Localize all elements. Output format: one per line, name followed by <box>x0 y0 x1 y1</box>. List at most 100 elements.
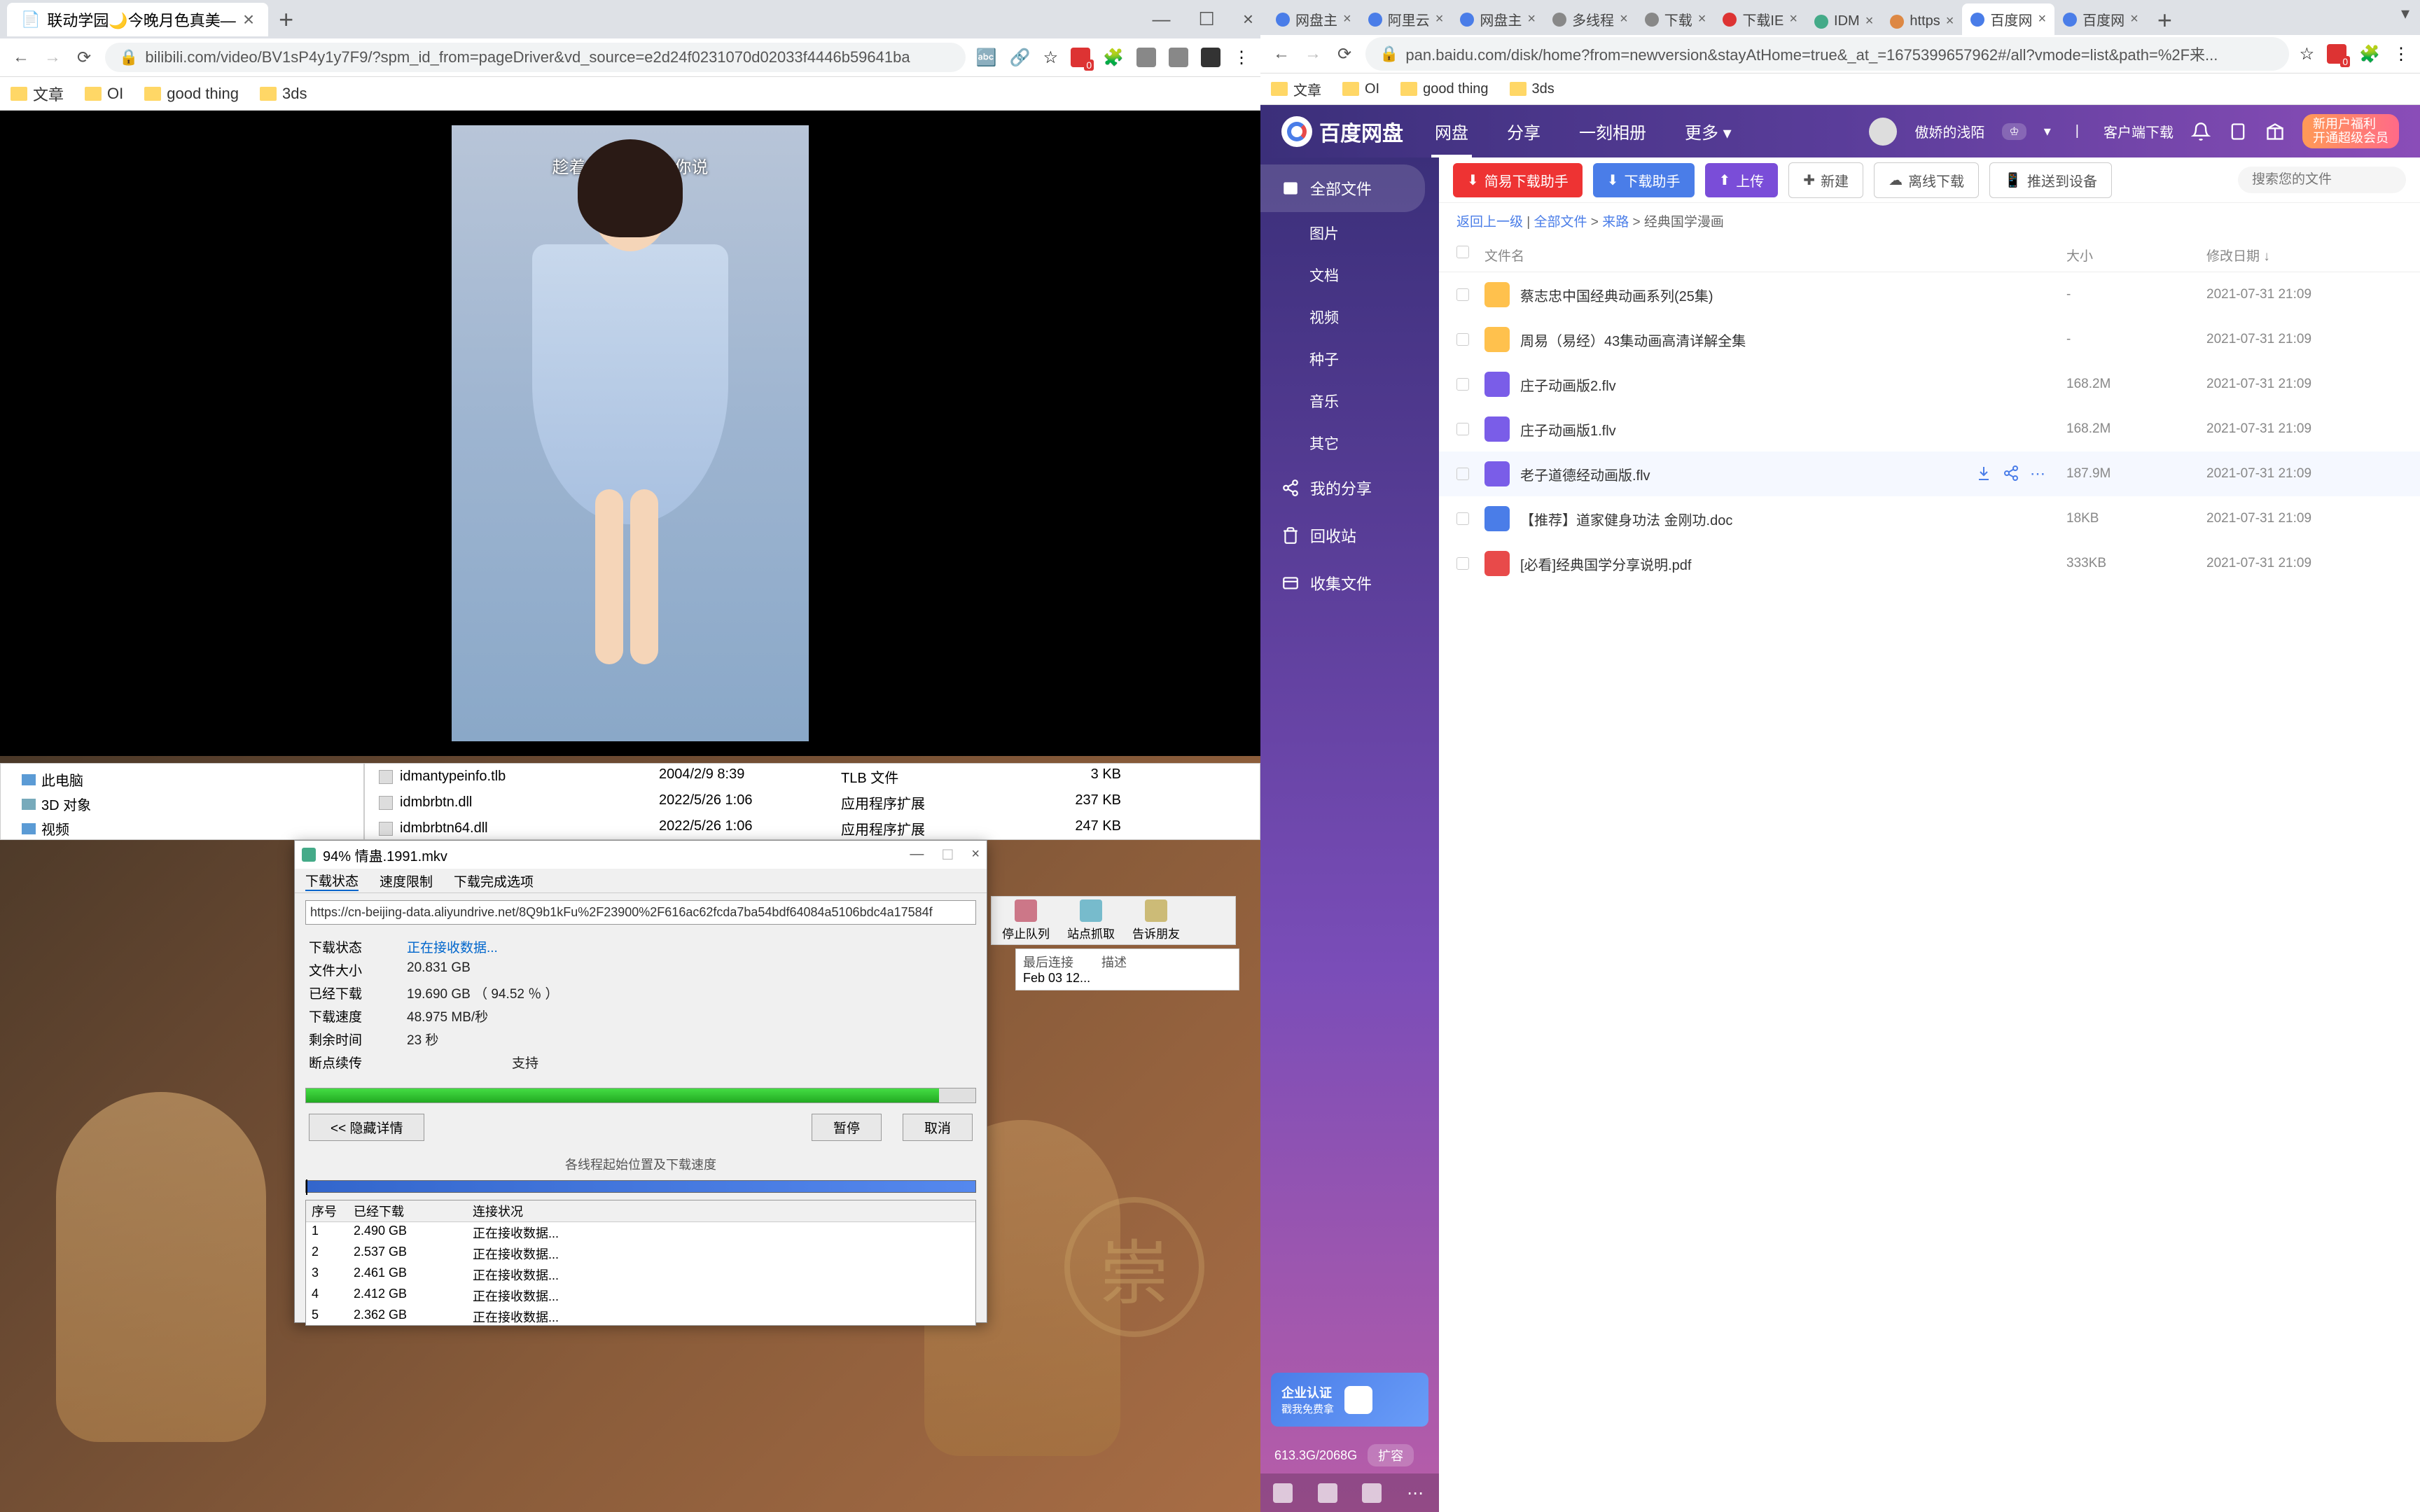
sidebar-sub-item[interactable]: 文档 <box>1260 254 1439 296</box>
menu-icon[interactable]: ⋮ <box>2393 44 2409 64</box>
toolbar-stop-queue[interactable]: 停止队列 <box>1002 899 1050 941</box>
file-row[interactable]: idmbrbtn.dll 2022/5/26 1:06 应用程序扩展 237 K… <box>365 790 1260 816</box>
file-row[interactable]: [必看]经典国学分享说明.pdf 333KB 2021-07-31 21:09 <box>1439 541 2420 586</box>
close-icon[interactable]: × <box>2038 11 2046 27</box>
download-icon[interactable] <box>1975 465 1992 482</box>
col-date[interactable]: 修改日期 ↓ <box>2206 246 2402 265</box>
more-icon[interactable]: ⋯ <box>2030 465 2045 483</box>
back-icon[interactable]: ← <box>1271 43 1292 64</box>
hide-details-button[interactable]: << 隐藏详情 <box>309 1114 424 1141</box>
close-icon[interactable]: × <box>1789 11 1797 27</box>
file-row[interactable]: 【推荐】道家健身功法 金刚功.doc 18KB 2021-07-31 21:09 <box>1439 496 2420 541</box>
breadcrumb-part[interactable]: 来路 <box>1602 215 1629 230</box>
close-icon[interactable]: × <box>1527 11 1536 27</box>
file-row[interactable]: idmantypeinfo.tlb 2004/2/9 8:39 TLB 文件 3… <box>365 764 1260 790</box>
row-checkbox[interactable] <box>1456 378 1469 391</box>
extension-icon[interactable] <box>1169 48 1188 67</box>
browser-tab[interactable]: 📄 联动学园🌙今晚月色真美— × <box>7 3 268 36</box>
sidebar-sub-item[interactable]: 其它 <box>1260 422 1439 464</box>
dock-transfer-icon[interactable] <box>1273 1483 1293 1503</box>
browser-tab[interactable]: 阿里云 × <box>1360 4 1452 35</box>
close-icon[interactable]: × <box>2130 11 2139 27</box>
toolbar-grabber[interactable]: 站点抓取 <box>1067 899 1115 941</box>
close-icon[interactable]: × <box>1865 13 1874 29</box>
nav-item[interactable]: 一刻相册 <box>1576 105 1650 158</box>
breadcrumb-back[interactable]: 返回上一级 <box>1456 215 1523 230</box>
gift-icon[interactable] <box>2265 122 2285 141</box>
sidebar-sub-item[interactable]: 视频 <box>1260 296 1439 338</box>
sidebar-sub-item[interactable]: 图片 <box>1260 212 1439 254</box>
thread-row[interactable]: 2 2.537 GB 正在接收数据... <box>306 1243 975 1264</box>
row-checkbox[interactable] <box>1456 333 1469 346</box>
video-player[interactable]: 趁着月色 我想对你说 <box>0 111 1260 756</box>
tab-overflow-icon[interactable]: ▾ <box>2401 4 2409 24</box>
clipboard-icon[interactable] <box>2228 122 2248 141</box>
bookmark-item[interactable]: 3ds <box>260 85 307 103</box>
upload-button[interactable]: ⬆上传 <box>1705 163 1779 197</box>
url-input[interactable]: 🔒 bilibili.com/video/BV1sP4y1y7F9/?spm_i… <box>105 43 966 72</box>
extension-icon[interactable] <box>1136 48 1156 67</box>
file-row[interactable]: idmbrbtn64.dll 2022/5/26 1:06 应用程序扩展 247… <box>365 816 1260 841</box>
star-icon[interactable]: ☆ <box>1043 48 1059 68</box>
search-input[interactable] <box>2238 167 2406 193</box>
promo-button[interactable]: 新用户福利 开通超级会员 <box>2302 114 2399 149</box>
browser-tab[interactable]: 网盘主 × <box>1452 4 1544 35</box>
new-tab-button[interactable]: + <box>2157 6 2172 35</box>
bookmark-item[interactable]: 3ds <box>1510 81 1555 97</box>
row-checkbox[interactable] <box>1456 468 1469 480</box>
close-icon[interactable]: × <box>1343 11 1351 27</box>
thread-list[interactable]: 序号 已经下载 连接状况 1 2.490 GB 正在接收数据... 2 2.53… <box>305 1200 976 1326</box>
close-icon[interactable]: × <box>1620 11 1628 27</box>
dock-more-icon[interactable]: ⋯ <box>1407 1483 1426 1503</box>
offline-download-button[interactable]: ☁离线下载 <box>1874 162 1979 198</box>
username[interactable]: 傲娇的浅陌 <box>1914 121 1984 141</box>
extension-icon[interactable] <box>1071 48 1090 67</box>
enterprise-promo[interactable]: 企业认证 戳我免费拿 <box>1271 1373 1428 1427</box>
sidebar-sub-item[interactable]: 音乐 <box>1260 380 1439 422</box>
maximize-icon[interactable]: ☐ <box>941 846 954 864</box>
back-icon[interactable]: ← <box>11 47 32 68</box>
new-tab-button[interactable]: + <box>279 5 293 34</box>
push-device-button[interactable]: 📱推送到设备 <box>1989 162 2112 198</box>
browser-tab[interactable]: 百度网 × <box>1962 4 2054 35</box>
extension-icon[interactable] <box>2327 44 2346 64</box>
tab-speed-limit[interactable]: 速度限制 <box>380 872 433 890</box>
bookmark-item[interactable]: 文章 <box>1271 79 1321 99</box>
close-icon[interactable]: × <box>971 846 980 864</box>
browser-tab[interactable]: 百度网 × <box>2054 4 2147 35</box>
close-icon[interactable]: × <box>243 8 254 31</box>
close-icon[interactable]: × <box>1435 11 1444 27</box>
sidebar-sub-item[interactable]: 种子 <box>1260 338 1439 380</box>
share-icon[interactable] <box>2003 465 2019 482</box>
download-url[interactable]: https://cn-beijing-data.aliyundrive.net/… <box>305 900 976 925</box>
browser-tab[interactable]: 多线程 × <box>1544 4 1636 35</box>
star-icon[interactable]: ☆ <box>2300 44 2315 64</box>
forward-icon[interactable]: → <box>1302 43 1323 64</box>
browser-tab[interactable]: IDM × <box>1806 8 1882 35</box>
browser-tab[interactable]: 网盘主 × <box>1267 4 1360 35</box>
share-icon[interactable]: 🔗 <box>1010 48 1031 68</box>
minimize-icon[interactable]: — <box>910 846 924 864</box>
nav-item[interactable]: 网盘 <box>1431 105 1472 158</box>
sidebar-all-files[interactable]: 全部文件 <box>1260 164 1425 212</box>
cancel-button[interactable]: 取消 <box>903 1114 973 1141</box>
browser-tab[interactable]: https × <box>1882 8 1962 35</box>
nav-item[interactable]: 更多 ▾ <box>1681 105 1735 158</box>
sidebar-item-pc[interactable]: 此电脑 <box>22 767 342 792</box>
baidu-logo[interactable]: 百度网盘 <box>1281 116 1403 147</box>
simple-download-button[interactable]: ⬇简易下载助手 <box>1453 163 1583 197</box>
row-checkbox[interactable] <box>1456 288 1469 301</box>
forward-icon[interactable]: → <box>42 47 63 68</box>
bookmark-item[interactable]: good thing <box>1400 81 1488 97</box>
thread-row[interactable]: 1 2.490 GB 正在接收数据... <box>306 1222 975 1243</box>
toolbar-tell-friend[interactable]: 告诉朋友 <box>1132 899 1180 941</box>
avatar[interactable] <box>1869 118 1897 146</box>
file-row[interactable]: 老子道德经动画版.flv ⋯ 187.9M 2021-07-31 21:09 <box>1439 451 2420 496</box>
idm-titlebar[interactable]: 94% 情蛊.1991.mkv — ☐ × <box>295 841 987 869</box>
file-row[interactable]: 周易（易经）43集动画高清详解全集 - 2021-07-31 21:09 <box>1439 317 2420 362</box>
sidebar-item-3d[interactable]: 3D 对象 <box>22 792 342 816</box>
browser-tab[interactable]: 下载 × <box>1636 4 1715 35</box>
translate-icon[interactable]: 🔤 <box>976 48 997 68</box>
row-checkbox[interactable] <box>1456 512 1469 525</box>
sidebar-my-share[interactable]: 我的分享 <box>1260 464 1439 512</box>
